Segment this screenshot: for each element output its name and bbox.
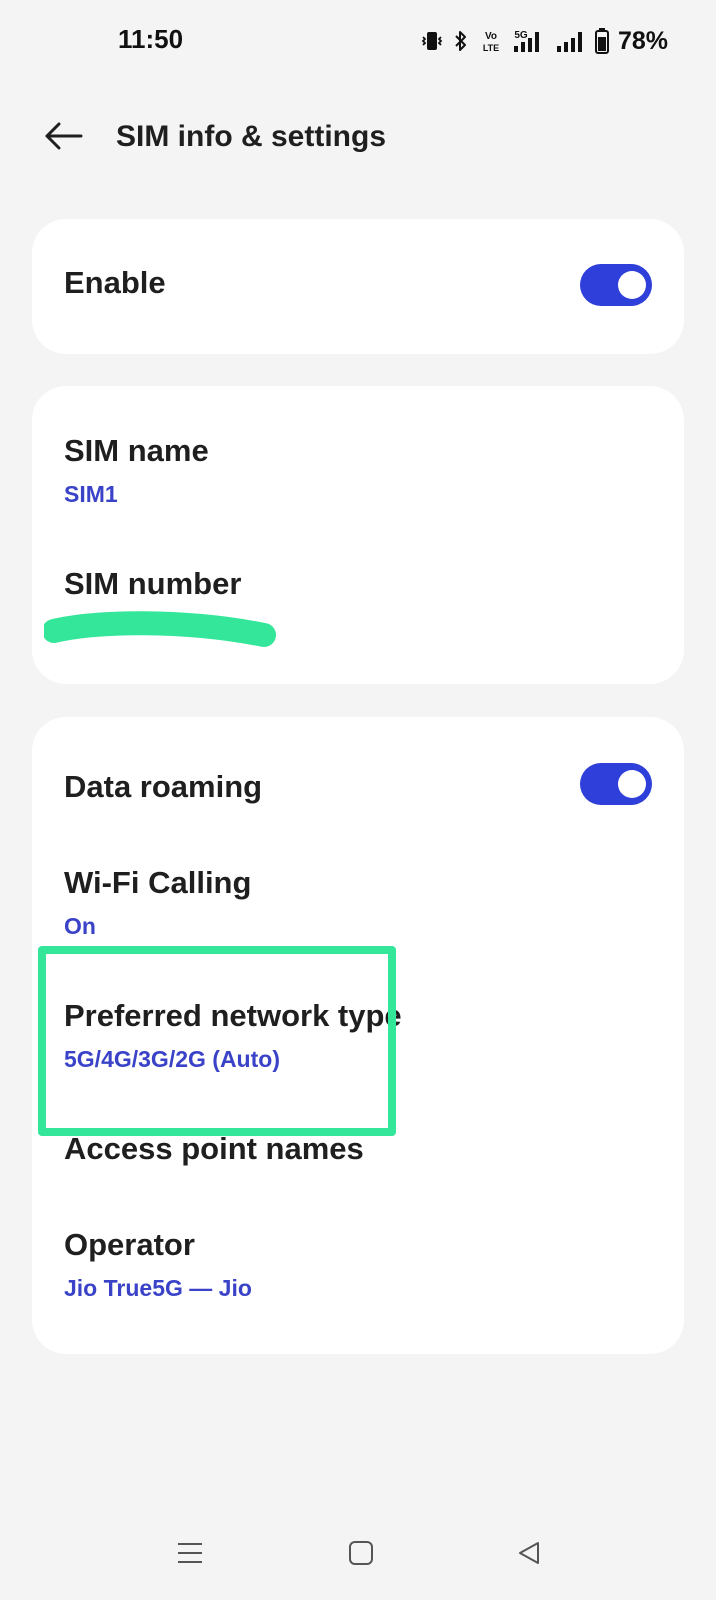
enable-label: Enable <box>64 265 166 300</box>
sim-name-label: SIM name <box>64 433 209 468</box>
page-title: SIM info & settings <box>116 120 386 153</box>
preferred-network-value: 5G/4G/3G/2G (Auto) <box>64 1046 280 1072</box>
volte-icon: Vo LTE <box>478 28 504 54</box>
nav-back-button[interactable] <box>506 1532 552 1578</box>
operator-label: Operator <box>64 1227 195 1262</box>
apn-label: Access point names <box>64 1131 364 1166</box>
triangle-back-icon <box>516 1540 542 1571</box>
app-header: SIM info & settings <box>0 100 716 176</box>
svg-text:5G: 5G <box>514 30 528 41</box>
signal-icon <box>556 28 586 54</box>
battery-icon <box>594 27 610 55</box>
bluetooth-icon <box>452 29 470 53</box>
operator-value: Jio True5G — Jio <box>64 1275 252 1301</box>
network-card: Data roaming Wi-Fi Calling On Preferred … <box>32 717 684 1354</box>
data-roaming-toggle[interactable] <box>580 763 652 805</box>
sim-number-row[interactable]: SIM number <box>64 564 652 604</box>
recents-button[interactable] <box>167 1532 213 1578</box>
enable-card: Enable <box>32 219 684 354</box>
apn-row[interactable]: Access point names <box>64 1129 652 1169</box>
enable-toggle[interactable] <box>580 264 652 306</box>
5g-signal-icon: 5G <box>512 28 548 54</box>
sim-name-row[interactable]: SIM name SIM1 <box>64 431 652 509</box>
data-roaming-label: Data roaming <box>64 769 263 804</box>
preferred-network-label: Preferred network type <box>64 998 402 1033</box>
wifi-calling-label: Wi-Fi Calling <box>64 865 252 900</box>
svg-text:LTE: LTE <box>483 43 499 53</box>
menu-lines-icon <box>176 1540 204 1571</box>
arrow-left-icon <box>43 121 83 156</box>
square-home-icon <box>348 1540 374 1571</box>
data-roaming-row[interactable]: Data roaming <box>64 767 652 807</box>
status-bar: 11:50 Vo LTE 5G 78% <box>0 0 716 82</box>
battery-percent: 78% <box>617 26 668 55</box>
navigation-bar <box>0 1520 716 1590</box>
home-button[interactable] <box>338 1532 384 1578</box>
sim-card: SIM name SIM1 SIM number <box>32 386 684 684</box>
status-time: 11:50 <box>118 24 184 54</box>
status-icons: Vo LTE 5G 78% <box>420 26 668 56</box>
operator-row[interactable]: Operator Jio True5G — Jio <box>64 1225 652 1303</box>
sim-name-value: SIM1 <box>64 481 118 507</box>
enable-row[interactable]: Enable <box>64 263 652 303</box>
preferred-network-row[interactable]: Preferred network type 5G/4G/3G/2G (Auto… <box>64 996 652 1074</box>
toggle-knob <box>618 770 646 798</box>
wifi-calling-value: On <box>64 913 96 939</box>
back-button[interactable] <box>36 112 90 164</box>
toggle-knob <box>618 271 646 299</box>
volte-label: Vo <box>485 31 497 42</box>
wifi-calling-row[interactable]: Wi-Fi Calling On <box>64 863 652 941</box>
vibrate-icon <box>420 29 444 53</box>
sim-number-label: SIM number <box>64 566 242 601</box>
